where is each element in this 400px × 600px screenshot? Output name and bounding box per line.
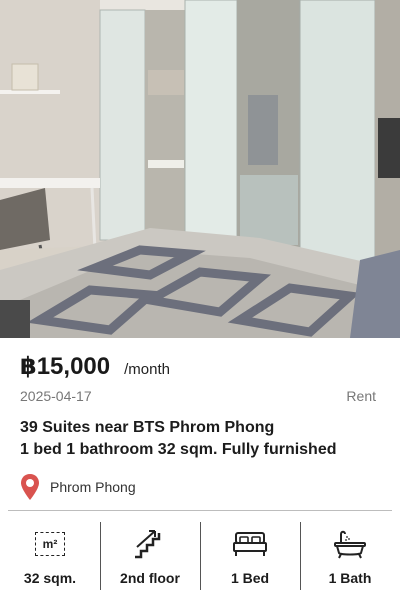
bedroom-photo-illustration bbox=[0, 0, 400, 338]
area-symbol: m² bbox=[35, 532, 65, 556]
map-pin-icon bbox=[21, 474, 39, 500]
feature-area: m² 32 sqm. bbox=[0, 520, 100, 592]
title-line-1: 39 Suites near BTS Phrom Phong bbox=[20, 419, 275, 436]
bed-icon bbox=[232, 526, 268, 562]
price: ฿15,000 bbox=[20, 353, 111, 380]
listing-type: Rent bbox=[346, 388, 376, 404]
bathtub-icon bbox=[333, 526, 367, 562]
feature-bed-label: 1 Bed bbox=[230, 570, 270, 586]
title-line-2: 1 bed 1 bathroom 32 sqm. Fully furnished bbox=[20, 441, 337, 458]
divider bbox=[8, 510, 392, 511]
stairs-icon bbox=[133, 526, 167, 562]
feature-area-label: 32 sqm. bbox=[23, 570, 77, 586]
features-bar: m² 32 sqm. 2nd floor 1 Bed 1 Bath bbox=[0, 520, 400, 592]
feature-floor-label: 2nd floor bbox=[120, 570, 180, 586]
listing-title[interactable]: 39 Suites near BTS Phrom Phong 1 bed 1 b… bbox=[20, 417, 384, 461]
listing-date: 2025-04-17 bbox=[20, 388, 92, 404]
meta-row: 2025-04-17 Rent bbox=[20, 388, 376, 404]
location-label: Phrom Phong bbox=[50, 479, 136, 495]
feature-bed: 1 Bed bbox=[200, 520, 300, 592]
price-row: ฿15,000 /month bbox=[20, 352, 170, 381]
area-square-meter-icon: m² bbox=[35, 526, 65, 562]
feature-bath: 1 Bath bbox=[300, 520, 400, 592]
location[interactable]: Phrom Phong bbox=[20, 473, 136, 501]
feature-floor: 2nd floor bbox=[100, 520, 200, 592]
feature-bath-label: 1 Bath bbox=[328, 570, 372, 586]
price-period: /month bbox=[124, 361, 170, 378]
listing-photo[interactable] bbox=[0, 0, 400, 338]
